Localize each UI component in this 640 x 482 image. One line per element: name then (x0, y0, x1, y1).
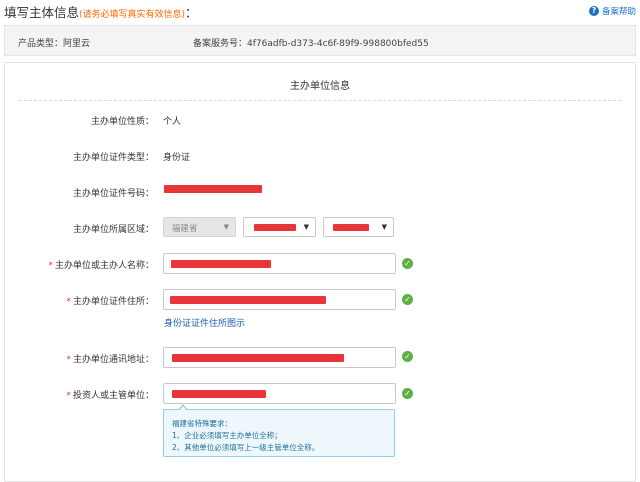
contact-address-input[interactable] (163, 347, 396, 368)
nature-value: 个人 (163, 117, 182, 127)
contact-address-label: * 主办单位通讯地址： (4, 352, 154, 365)
page-title: 填写主体信息(请务必填写真实有效信息)： (4, 2, 198, 21)
id-number-label: 主办单位证件号码： (72, 189, 154, 199)
name-label: * 主办单位或主办人名称： (4, 258, 154, 271)
tooltip-line-1: 1、企业必须填写主办单位全称； (172, 431, 282, 440)
page-title-colon: ： (185, 5, 198, 20)
investor-label-text: 投资人或主管单位： (72, 391, 154, 401)
province-value: 福建省 (172, 224, 198, 234)
help-link[interactable]: ? 备案帮助 (588, 5, 636, 17)
id-address-label-text: 主办单位证件住所： (72, 297, 154, 307)
required-mark: * (66, 355, 71, 365)
check-icon: ✓ (402, 388, 413, 399)
service-number-label: 备案服务号： (193, 39, 248, 49)
district-redacted (333, 224, 369, 231)
help-label: 备案帮助 (601, 7, 636, 17)
investor-label: * 投资人或主管单位： (4, 388, 154, 401)
id-number-redacted (164, 185, 262, 193)
question-icon: ? (588, 6, 599, 16)
name-input[interactable] (163, 253, 396, 274)
id-address-label: * 主办单位证件住所： (4, 294, 154, 307)
required-mark: * (66, 297, 71, 307)
investor-redacted (172, 390, 266, 398)
section-divider (19, 100, 621, 101)
chevron-down-icon: ▼ (381, 223, 387, 231)
tooltip-title: 福建省特殊要求： (172, 419, 232, 428)
id-type-value: 身份证 (163, 153, 191, 163)
contact-address-redacted (172, 354, 344, 362)
id-address-input[interactable] (163, 289, 396, 310)
nature-label: 主办单位性质： (90, 117, 154, 127)
id-address-redacted (170, 296, 326, 304)
investor-input[interactable] (163, 383, 396, 404)
required-mark: * (66, 391, 71, 401)
tooltip-line-2: 2、其他单位必须填写上一级主管单位全称。 (172, 443, 320, 452)
page-title-text: 填写主体信息 (4, 5, 80, 20)
check-icon: ✓ (402, 294, 413, 305)
service-number: 备案服务号：4f76adfb-d373-4c6f-89f9-998800bfed… (193, 36, 429, 49)
page-title-hint: (请务必填写真实有效信息) (79, 10, 186, 20)
info-bar: 产品类型：阿里云 备案服务号：4f76adfb-d373-4c6f-89f9-9… (4, 25, 636, 56)
district-select[interactable]: ▼ (323, 217, 394, 237)
city-redacted (254, 224, 296, 231)
service-number-value: 4f76adfb-d373-4c6f-89f9-998800bfed55 (247, 39, 429, 49)
region-requirement-tooltip: 福建省特殊要求： 1、企业必须填写主办单位全称； 2、其他单位必须填写上一级主管… (163, 404, 395, 457)
check-icon: ✓ (402, 351, 413, 362)
section-title: 主办单位信息 (290, 81, 350, 92)
id-type-label: 主办单位证件类型： (72, 153, 154, 163)
contact-address-label-text: 主办单位通讯地址： (72, 355, 154, 365)
province-select: 福建省 ▼ (163, 217, 236, 237)
check-icon: ✓ (402, 258, 413, 269)
chevron-down-icon: ▼ (303, 223, 309, 231)
title-bar: 填写主体信息(请务必填写真实有效信息)： ? 备案帮助 (0, 0, 640, 22)
product-type: 产品类型：阿里云 (18, 39, 91, 49)
name-redacted (171, 260, 271, 268)
chevron-down-icon: ▼ (223, 223, 229, 231)
city-select[interactable]: ▼ (243, 217, 316, 237)
id-address-example-link[interactable]: 身份证证件住所图示 (164, 316, 245, 329)
name-label-text: 主办单位或主办人名称： (54, 261, 154, 271)
required-mark: * (48, 261, 53, 271)
region-label: 主办单位所属区域： (72, 225, 154, 235)
